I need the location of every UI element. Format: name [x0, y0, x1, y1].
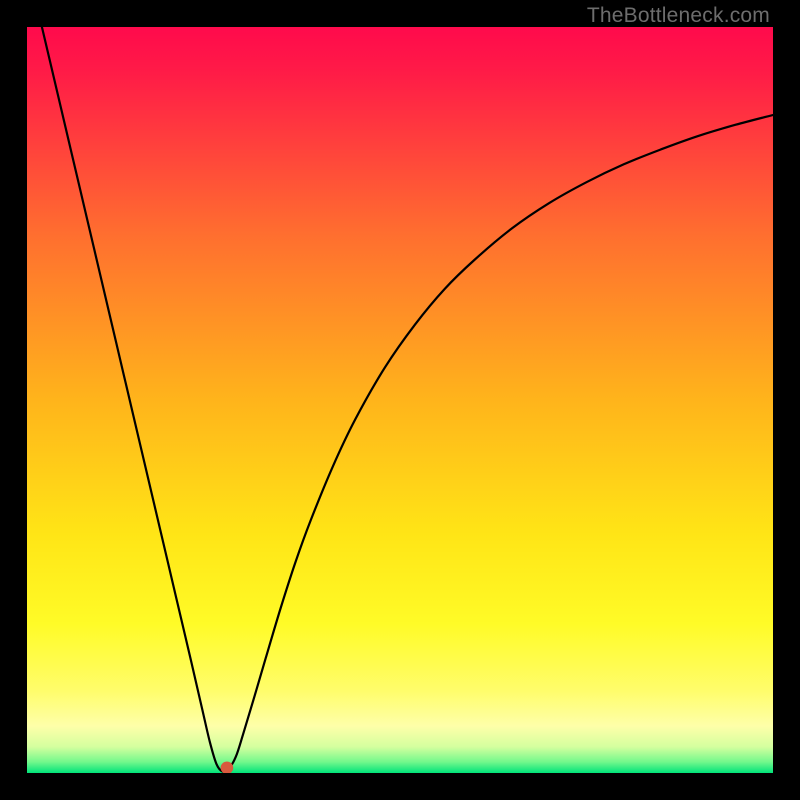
chart-frame [27, 27, 773, 773]
bottleneck-chart [27, 27, 773, 773]
gradient-background [27, 27, 773, 773]
watermark-text: TheBottleneck.com [587, 4, 770, 28]
